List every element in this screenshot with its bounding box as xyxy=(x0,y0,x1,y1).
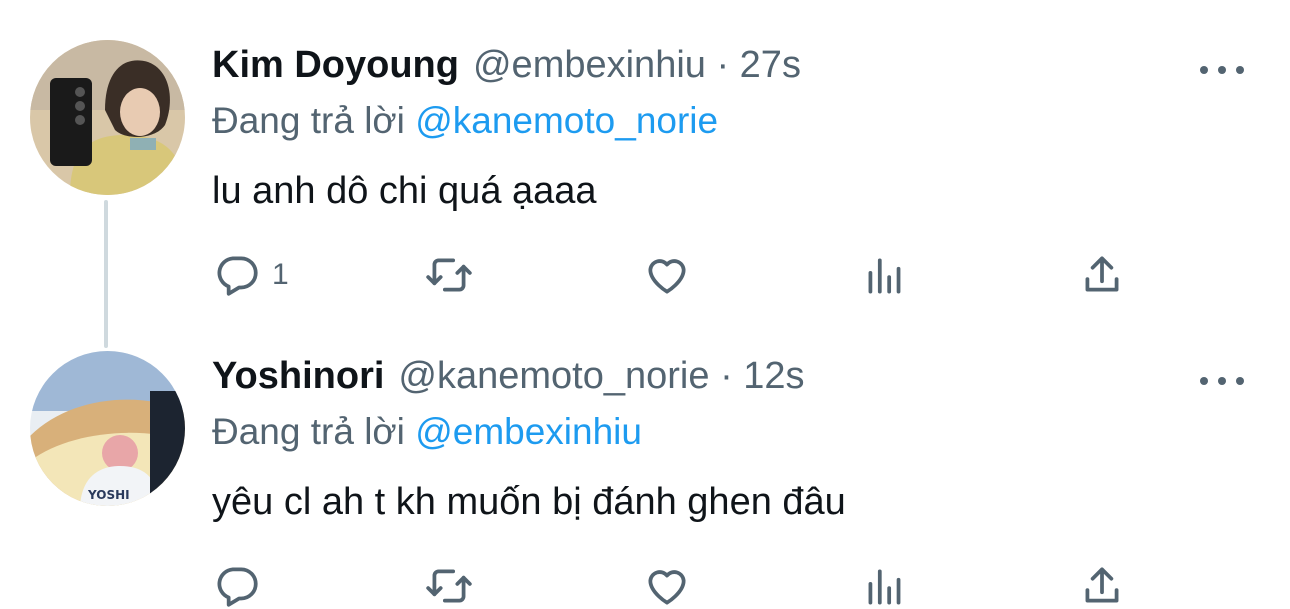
tweet-text: yêu cl ah t kh muốn bị đánh ghen đâu xyxy=(212,481,846,523)
mention-link[interactable]: @kanemoto_norie xyxy=(415,100,718,141)
display-name[interactable]: Kim Doyoung xyxy=(212,44,459,87)
retweet-button[interactable] xyxy=(424,561,474,609)
share-icon xyxy=(1085,256,1119,292)
thread-connector-line xyxy=(104,200,108,348)
share-button[interactable] xyxy=(1077,561,1127,609)
handle-and-time[interactable]: @kanemoto_norie · 12s xyxy=(398,355,804,398)
more-icon[interactable] xyxy=(1200,60,1244,80)
tweet-header: Kim Doyoung @embexinhiu · 27s xyxy=(212,44,801,100)
reply-icon xyxy=(217,256,258,296)
share-button[interactable] xyxy=(1077,250,1127,300)
like-icon xyxy=(648,259,686,294)
reply-button[interactable] xyxy=(212,561,272,609)
tweet-actions: 1 xyxy=(212,250,1142,300)
tweet-thread: Kim Doyoung @embexinhiu · 27s Đang trả l… xyxy=(0,0,1290,609)
replying-to-label: Đang trả lời xyxy=(212,411,405,452)
avatar-photo xyxy=(30,40,185,195)
display-name[interactable]: Yoshinori xyxy=(212,355,384,398)
like-button[interactable] xyxy=(642,250,692,300)
reply-button[interactable]: 1 xyxy=(212,250,289,300)
avatar[interactable]: YOSHI xyxy=(30,351,185,506)
retweet-icon xyxy=(426,569,472,603)
stats-icon xyxy=(868,569,901,605)
stats-button[interactable] xyxy=(860,250,910,300)
like-button[interactable] xyxy=(642,561,692,609)
avatar-photo: YOSHI xyxy=(30,351,185,506)
tweet-text: lu anh dô chi quá ạaaa xyxy=(212,170,597,212)
mention-link[interactable]: @embexinhiu xyxy=(415,411,642,452)
svg-text:YOSHI: YOSHI xyxy=(87,488,130,502)
replying-to: Đang trả lời @embexinhiu xyxy=(212,411,642,453)
more-icon[interactable] xyxy=(1200,371,1244,391)
handle-and-time[interactable]: @embexinhiu · 27s xyxy=(473,44,801,87)
replying-to: Đang trả lời @kanemoto_norie xyxy=(212,100,718,142)
stats-icon xyxy=(868,258,901,294)
retweet-icon xyxy=(426,258,472,292)
share-icon xyxy=(1085,567,1119,603)
tweet-actions xyxy=(212,561,1142,609)
like-icon xyxy=(648,570,686,605)
stats-button[interactable] xyxy=(860,561,910,609)
reply-count: 1 xyxy=(272,258,289,291)
tweet-header: Yoshinori @kanemoto_norie · 12s xyxy=(212,355,805,411)
replying-to-label: Đang trả lời xyxy=(212,100,405,141)
avatar[interactable] xyxy=(30,40,185,195)
reply-icon xyxy=(217,567,258,607)
retweet-button[interactable] xyxy=(424,250,474,300)
